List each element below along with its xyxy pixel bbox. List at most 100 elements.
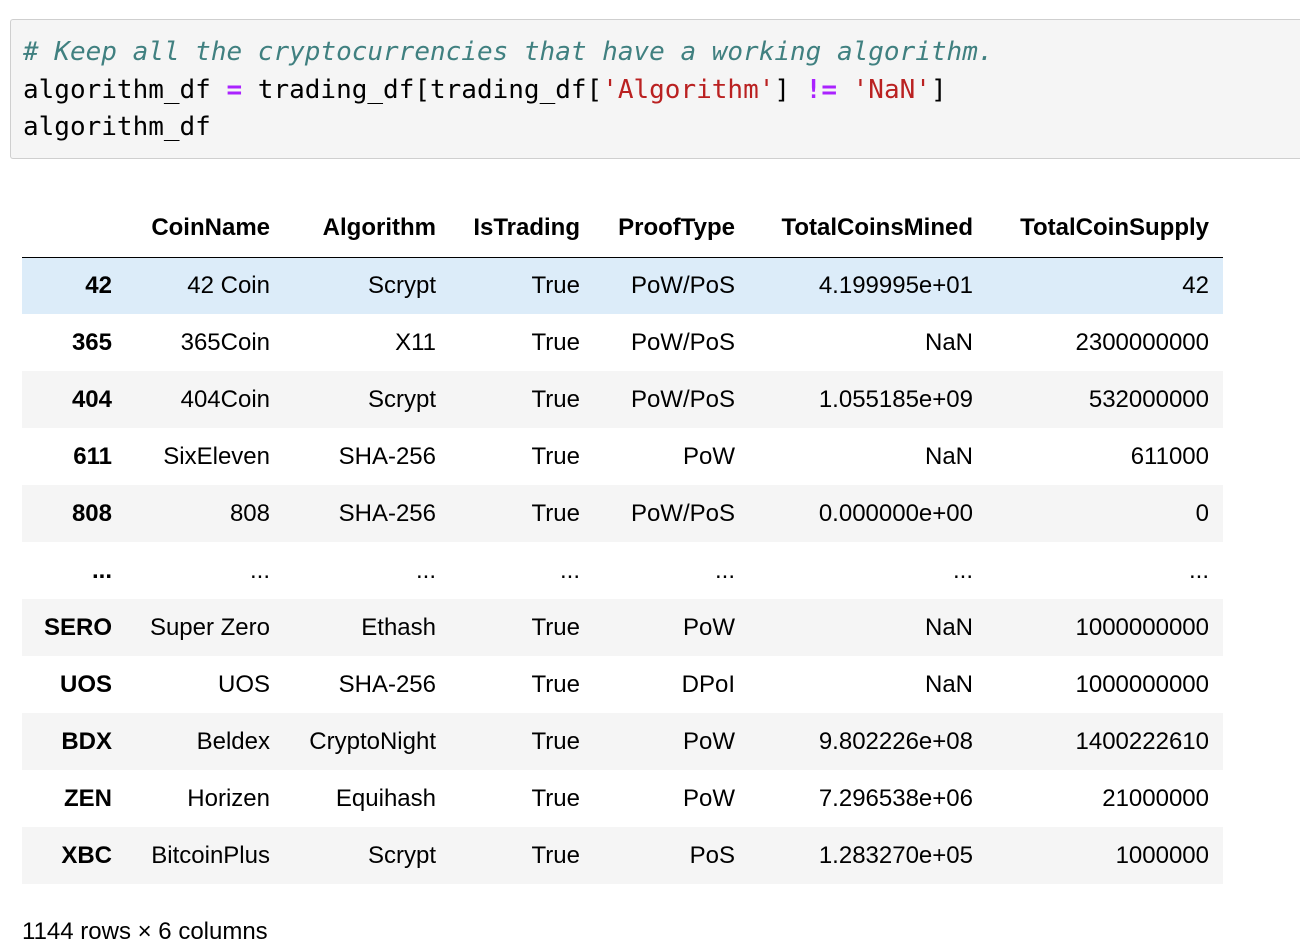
code-output-var: algorithm_df	[23, 112, 211, 142]
code-var: algorithm_df	[23, 74, 227, 105]
cell-algorithm: CryptoNight	[309, 727, 436, 755]
header-algorithm: Algorithm	[284, 200, 450, 258]
cell-prooftype: PoW	[682, 784, 735, 812]
code-expr-2: ]	[774, 74, 806, 105]
code-assign-operator: =	[226, 74, 243, 105]
cell-istrading: True	[531, 727, 580, 755]
cell-totalcoinsupply: 1000000	[1115, 841, 1209, 869]
cell-coinname: BitcoinPlus	[151, 841, 270, 869]
cell-algorithm: SHA-256	[338, 499, 436, 527]
cell-totalcoinsupply: 0	[1195, 499, 1209, 527]
header-totalcoinsupply: TotalCoinSupply	[987, 200, 1223, 258]
cell-prooftype: DPoI	[681, 670, 735, 698]
cell-istrading: True	[531, 328, 580, 356]
cell-coinname: SixEleven	[163, 442, 270, 470]
code-expr-3: ]	[930, 74, 947, 105]
cell-istrading: True	[531, 442, 580, 470]
table-row: 42 42 Coin Scrypt True PoW/PoS 4.199995e+01 42	[22, 257, 1223, 314]
cell-totalcoinsmined: 0.000000e+00	[818, 499, 973, 527]
row-index: 404	[71, 385, 112, 413]
cell-coinname: 42 Coin	[187, 271, 270, 299]
cell-istrading: ...	[559, 556, 580, 584]
cell-algorithm: Equihash	[335, 784, 436, 812]
cell-coinname: UOS	[217, 670, 270, 698]
row-index: ...	[91, 556, 112, 584]
cell-totalcoinsupply: ...	[1188, 556, 1209, 584]
header-index	[22, 200, 126, 258]
table-row: SERO Super Zero Ethash True PoW NaN 1000000000	[22, 599, 1223, 656]
cell-totalcoinsmined: 4.199995e+01	[818, 271, 973, 299]
cell-istrading: True	[531, 670, 580, 698]
table-row: UOS UOS SHA-256 True DPoI NaN 1000000000	[22, 656, 1223, 713]
code-neq-operator: !=	[805, 74, 837, 105]
table-row: 611 SixEleven SHA-256 True PoW NaN 611000	[22, 428, 1223, 485]
cell-prooftype: PoW	[682, 727, 735, 755]
cell-coinname: Beldex	[196, 727, 270, 755]
cell-coinname: 404Coin	[180, 385, 270, 413]
row-count-footer: 1144 rows × 6 columns	[22, 918, 268, 944]
dataframe-table: CoinName Algorithm IsTrading ProofType T…	[22, 200, 1223, 884]
cell-algorithm: X11	[395, 328, 436, 356]
row-index: UOS	[59, 670, 112, 698]
cell-algorithm: SHA-256	[338, 670, 436, 698]
row-index: 611	[73, 442, 112, 470]
cell-coinname: ...	[249, 556, 270, 584]
table-row: 404 404Coin Scrypt True PoW/PoS 1.055185e+09 5…	[22, 371, 1223, 428]
cell-istrading: True	[531, 841, 580, 869]
header-coinname: CoinName	[126, 200, 284, 258]
cell-totalcoinsupply: 2300000000	[1075, 328, 1209, 356]
cell-algorithm: Scrypt	[367, 385, 436, 413]
cell-prooftype: ...	[714, 556, 735, 584]
table-row: XBC BitcoinPlus Scrypt True PoS 1.283270e+05 1…	[22, 827, 1223, 884]
cell-totalcoinsupply: 21000000	[1102, 784, 1209, 812]
cell-algorithm: Scrypt	[367, 271, 436, 299]
cell-algorithm: Ethash	[361, 613, 436, 641]
row-index: XBC	[61, 841, 112, 869]
code-comment: # Keep all the cryptocurrencies that hav…	[23, 37, 994, 67]
cell-algorithm: Scrypt	[367, 841, 436, 869]
cell-prooftype: PoW/PoS	[630, 385, 735, 413]
cell-totalcoinsmined: 1.283270e+05	[818, 841, 973, 869]
cell-prooftype: PoW/PoS	[630, 271, 735, 299]
code-cell[interactable]: # Keep all the cryptocurrencies that hav…	[10, 19, 1300, 159]
cell-istrading: True	[531, 613, 580, 641]
cell-totalcoinsmined: NaN	[924, 442, 973, 470]
code-editor[interactable]: # Keep all the cryptocurrencies that hav…	[23, 34, 994, 147]
cell-coinname: Horizen	[187, 784, 270, 812]
row-index: 365	[71, 328, 112, 356]
cell-prooftype: PoW/PoS	[630, 328, 735, 356]
cell-totalcoinsupply: 1000000000	[1075, 613, 1209, 641]
header-istrading: IsTrading	[450, 200, 594, 258]
table-row: BDX Beldex CryptoNight True PoW 9.802226e+08 1…	[22, 713, 1223, 770]
cell-totalcoinsmined: 1.055185e+09	[818, 385, 973, 413]
table-row: 808 808 SHA-256 True PoW/PoS 0.000000e+00 0	[22, 485, 1223, 542]
cell-istrading: True	[531, 499, 580, 527]
row-index: SERO	[43, 613, 112, 641]
table-row: ZEN Horizen Equihash True PoW 7.296538e+06 210…	[22, 770, 1223, 827]
code-string-algorithm: 'Algorithm'	[602, 74, 775, 105]
cell-totalcoinsupply: 1400222610	[1075, 727, 1209, 755]
cell-totalcoinsupply: 532000000	[1088, 385, 1209, 413]
cell-totalcoinsupply: 1000000000	[1075, 670, 1209, 698]
cell-istrading: True	[531, 271, 580, 299]
code-string-nan: 'NaN'	[852, 74, 931, 105]
cell-prooftype: PoW/PoS	[630, 499, 735, 527]
cell-coinname: 365Coin	[180, 328, 270, 356]
header-totalcoinsmined: TotalCoinsMined	[749, 200, 987, 258]
code-expr-1: trading_df[trading_df[	[242, 74, 603, 105]
cell-algorithm: ...	[415, 556, 436, 584]
table-row: 365 365Coin X11 True PoW/PoS NaN 2300000000	[22, 314, 1223, 371]
row-index: BDX	[61, 727, 112, 755]
row-index: 808	[71, 499, 112, 527]
header-prooftype: ProofType	[594, 200, 749, 258]
cell-totalcoinsmined: NaN	[924, 328, 973, 356]
table-row: .....................	[22, 542, 1223, 599]
cell-totalcoinsmined: 9.802226e+08	[818, 727, 973, 755]
cell-istrading: True	[531, 784, 580, 812]
cell-coinname: 808	[229, 499, 270, 527]
table-header-row: CoinName Algorithm IsTrading ProofType T…	[22, 200, 1223, 258]
cell-algorithm: SHA-256	[338, 442, 436, 470]
cell-prooftype: PoW	[682, 442, 735, 470]
cell-totalcoinsmined: NaN	[924, 613, 973, 641]
